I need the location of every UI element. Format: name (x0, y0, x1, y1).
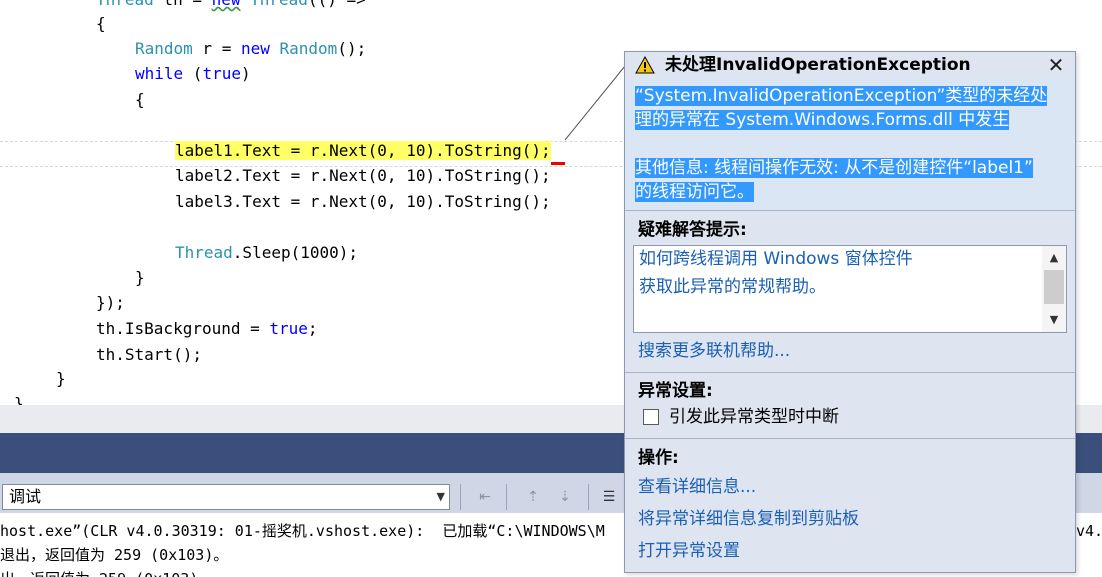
code-token: }); (96, 293, 125, 312)
code-token: Thread (175, 243, 233, 262)
code-line: Random r = new Random(); (135, 37, 366, 61)
output-source-select[interactable]: 调试 ▼ (2, 484, 450, 510)
search-online-help-link[interactable]: 搜索更多联机帮助... (638, 338, 790, 364)
code-token: { (96, 14, 106, 33)
code-token: true (269, 319, 308, 338)
code-token: th.IsBackground = (96, 319, 270, 338)
code-token: } (56, 369, 66, 388)
code-token: (() => (308, 0, 366, 9)
scroll-up-icon[interactable]: ▲ (1042, 248, 1066, 268)
view-details-link[interactable]: 查看详细信息... (638, 474, 756, 500)
code-token: .Sleep(1000); (232, 243, 359, 262)
code-token: Random (135, 39, 193, 58)
code-line: { (96, 12, 106, 36)
exception-message-line: 的线程访问它。 (635, 182, 754, 202)
exception-title: 未处理InvalidOperationException (665, 55, 971, 75)
chevron-down-icon[interactable]: ▼ (437, 485, 445, 509)
code-token: label3.Text = r.Next(0, 10).ToString(); (175, 192, 551, 211)
code-token: new (240, 39, 270, 58)
code-token: Random (279, 39, 338, 58)
code-token: label1.Text = r.Next(0, 10).ToString(); (175, 141, 551, 160)
tip-link[interactable]: 获取此异常的常规帮助。 (639, 274, 826, 300)
exception-settings-heading: 异常设置: (638, 381, 713, 401)
troubleshooting-tips-list[interactable]: 如何跨线程调用 Windows 窗体控件 获取此异常的常规帮助。 ▲ ▼ (633, 245, 1067, 333)
divider (625, 210, 1075, 211)
code-token: th.Start(); (96, 345, 202, 364)
exception-titlebar: 未处理InvalidOperationException ✕ (625, 52, 1075, 78)
output-line: 出，返回值为 259 (0x103)。 (0, 567, 213, 577)
code-token: Thread (96, 0, 154, 9)
code-line: Thread th = new Thread(() => (96, 0, 366, 12)
output-line: host.exe”(CLR v4.0.30319: 01-摇奖机.vshost.… (0, 522, 605, 540)
code-line: }); (96, 291, 125, 315)
code-token: { (135, 90, 145, 109)
open-exception-settings-link[interactable]: 打开异常设置 (638, 538, 740, 564)
tip-link[interactable]: 如何跨线程调用 Windows 窗体控件 (639, 246, 913, 272)
output-source-value: 调试 (9, 487, 42, 506)
code-line: th.Start(); (96, 343, 202, 367)
code-line: while (true) (135, 62, 251, 86)
code-token: true (202, 64, 241, 83)
close-icon[interactable]: ✕ (1045, 54, 1067, 76)
code-token: Thread (250, 0, 308, 9)
scroll-down-icon[interactable]: ▼ (1042, 310, 1066, 330)
exception-message-line: 理的异常在 System.Windows.Forms.dll 中发生 (635, 110, 1010, 130)
code-token: ( (183, 64, 203, 83)
code-line: label1.Text = r.Next(0, 10).ToString(); (175, 139, 551, 163)
output-line-fragment: v4. (1076, 522, 1102, 540)
scrollbar-thumb[interactable] (1044, 270, 1064, 304)
go-to-previous-icon[interactable]: ⇤ (474, 486, 496, 508)
code-token: ; (307, 319, 318, 338)
code-token: (); (337, 39, 367, 58)
code-line: th.IsBackground = true; (96, 317, 318, 341)
break-on-exception-label[interactable]: 引发此异常类型时中断 (669, 405, 839, 429)
code-token: r = (192, 39, 241, 58)
code-line: } (135, 266, 145, 290)
exception-message-line: 其他信息: 线程间操作无效: 从不是创建控件“label1” (635, 158, 1033, 178)
exception-assistant: 未处理InvalidOperationException ✕ “System.I… (624, 51, 1076, 573)
exception-message-line: “System.InvalidOperationException”类型的未经处 (635, 86, 1048, 106)
code-line: } (14, 392, 24, 405)
code-token: new (212, 0, 241, 9)
code-token: th = (154, 0, 212, 9)
find-next-message-icon[interactable]: ⇣ (554, 486, 576, 508)
code-token: } (14, 394, 24, 405)
code-token: } (135, 268, 145, 287)
tips-scrollbar[interactable]: ▲ ▼ (1042, 246, 1066, 332)
warning-icon (635, 56, 655, 74)
toolbar-separator (506, 484, 507, 510)
actions-heading: 操作: (638, 448, 679, 468)
toolbar-separator (588, 484, 589, 510)
code-line: } (56, 367, 66, 391)
code-line: { (135, 88, 145, 112)
code-token: while (135, 64, 184, 83)
code-token: label2.Text = r.Next(0, 10).ToString(); (175, 166, 551, 185)
output-line: 退出，返回值为 259 (0x103)。 (0, 546, 229, 564)
divider (625, 438, 1075, 439)
clear-all-icon[interactable]: ☰ (598, 486, 620, 508)
error-marker (551, 162, 565, 165)
copy-details-link[interactable]: 将异常详细信息复制到剪贴板 (638, 506, 859, 532)
toolbar-separator (460, 484, 461, 510)
code-line: label2.Text = r.Next(0, 10).ToString(); (175, 164, 551, 188)
code-line: label3.Text = r.Next(0, 10).ToString(); (175, 190, 551, 214)
troubleshooting-heading: 疑难解答提示: (638, 220, 747, 240)
code-line: Thread.Sleep(1000); (175, 241, 358, 265)
divider (625, 372, 1075, 373)
exception-message[interactable]: “System.InvalidOperationException”类型的未经处… (635, 84, 1065, 204)
code-token: ) (240, 64, 251, 83)
find-previous-message-icon[interactable]: ⇡ (522, 486, 544, 508)
break-on-exception-checkbox[interactable] (643, 409, 659, 425)
